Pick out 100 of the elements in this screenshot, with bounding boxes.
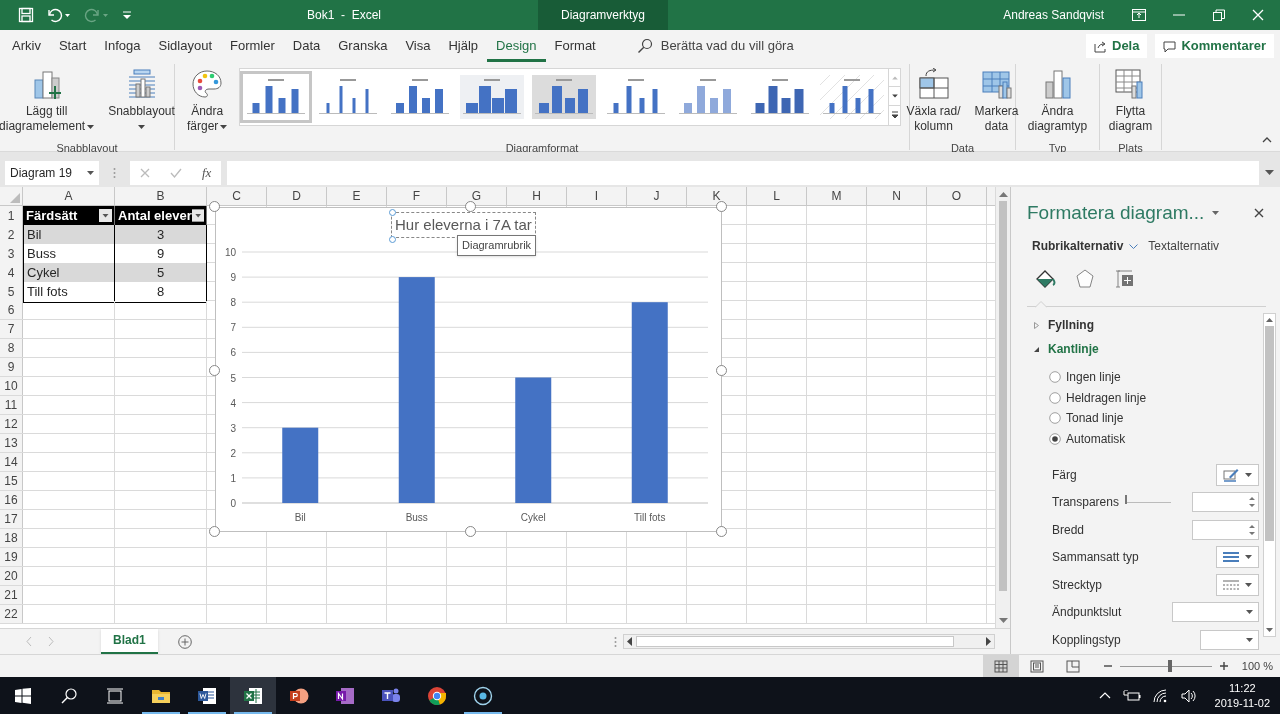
function-button[interactable]: fx [202,162,212,183]
chart-style-thumbnail[interactable] [240,71,313,123]
zoom-slider[interactable] [1119,660,1212,672]
scroll-up-icon[interactable] [998,191,1008,197]
filter-dropdown-icon[interactable] [191,209,204,223]
resize-handle[interactable] [716,526,727,537]
radio-button[interactable] [1049,371,1061,384]
row-header[interactable]: 22 [0,605,23,623]
share-button[interactable]: Dela [1086,34,1148,58]
add-sheet-icon[interactable] [177,634,192,649]
column-header[interactable]: E [327,187,387,206]
scroll-right-icon[interactable] [985,637,991,646]
row-header[interactable]: 9 [0,358,23,376]
dropdown-field[interactable] [1200,629,1259,650]
row-header[interactable]: 13 [0,434,23,452]
filter-dropdown-icon[interactable] [99,209,112,223]
tell-me-field[interactable]: Berätta vad du vill göra [660,36,861,56]
bar[interactable] [631,302,668,503]
selection-handle[interactable] [389,209,396,216]
row-header[interactable]: 7 [0,320,23,338]
column-header[interactable]: D [267,187,327,206]
section-header[interactable]: Kantlinje [1027,337,1263,361]
row-header[interactable]: 14 [0,453,23,471]
bar[interactable] [398,277,435,503]
row-header[interactable]: 19 [0,548,23,566]
resize-handle[interactable] [209,201,220,212]
clock-date[interactable]: 2019-11-02 [1214,695,1270,711]
ribbon-tab[interactable]: Hjälp [439,30,488,62]
row-header[interactable]: 17 [0,510,23,528]
wifi-icon[interactable] [1152,688,1169,703]
spin-field[interactable] [1192,519,1259,540]
row-header[interactable]: 12 [0,415,23,433]
resize-handle[interactable] [209,526,220,537]
ribbon-display-icon[interactable] [1132,9,1146,21]
name-box[interactable]: Diagram 19 [5,160,99,185]
radio-option[interactable]: Automatisk [1049,428,1263,449]
scrollbar-thumb[interactable] [636,636,954,647]
scroll-left-icon[interactable] [627,637,633,646]
formula-field[interactable] [227,160,1259,185]
slider-thumb[interactable] [1168,660,1173,672]
column-header[interactable]: F [387,187,447,206]
table-header-cell[interactable]: Antal elever [115,206,207,226]
row-header[interactable]: 1 [0,206,23,226]
table-cell[interactable]: Buss [23,244,115,265]
chevron-up-icon[interactable] [1098,692,1111,699]
splitter-icon[interactable] [614,635,617,648]
ribbon-button[interactable]: Snabblayout [102,64,181,140]
dropdown-icon[interactable] [1212,211,1220,215]
zoom-level[interactable]: 100 % [1241,657,1273,675]
ribbon-tab[interactable]: Format [545,30,605,62]
slider-thumb[interactable] [1124,494,1127,504]
radio-option[interactable]: Ingen linje [1049,367,1263,388]
radio-option[interactable]: Heldragen linje [1049,387,1263,408]
ribbon-tab[interactable]: Data [283,30,330,62]
table-cell[interactable]: 8 [115,282,207,303]
resize-handle[interactable] [465,526,476,537]
pane-tab[interactable]: Rubrikalternativ [1032,237,1139,255]
vertical-scrollbar[interactable] [995,187,1010,628]
comments-button[interactable]: Kommentarer [1155,34,1274,58]
normal-view-button[interactable] [982,655,1019,677]
table-cell[interactable]: Bil [23,225,115,246]
volume-icon[interactable] [1180,688,1197,703]
resize-handle[interactable] [465,201,476,212]
compound-type-dropdown[interactable] [1216,546,1259,569]
scroll-down-icon[interactable] [1266,628,1273,633]
bar[interactable] [282,427,319,503]
transparency-slider[interactable] [1124,493,1171,503]
row-header[interactable]: 21 [0,586,23,604]
collapse-ribbon-icon[interactable] [1262,137,1272,143]
ribbon-button[interactable]: Flytta diagram [1102,64,1159,140]
table-cell[interactable]: Till fots [23,282,115,303]
zoom-in-icon[interactable] [1219,662,1228,670]
column-header[interactable]: M [807,187,867,206]
scrollbar-thumb[interactable] [1265,326,1274,541]
undo-icon[interactable] [46,7,72,23]
radio-button[interactable] [1049,432,1061,445]
column-header[interactable]: N [867,187,927,206]
ribbon-button[interactable]: Lägg till diagramelement [0,64,101,140]
column-header[interactable]: I [567,187,627,206]
column-header[interactable]: L [747,187,807,206]
dropdown-field[interactable] [1172,602,1259,623]
table-cell[interactable]: 9 [115,244,207,265]
ribbon-tab[interactable]: Formler [221,30,284,62]
column-header[interactable]: O [927,187,987,206]
row-header[interactable]: 6 [0,301,23,319]
row-header[interactable]: 10 [0,377,23,395]
horizontal-scrollbar[interactable] [623,634,995,649]
row-header[interactable]: 3 [0,244,23,265]
ribbon-button[interactable]: Ändra färger [181,64,234,140]
scrollbar-thumb[interactable] [999,201,1007,591]
column-header[interactable]: J [627,187,687,206]
resize-handle[interactable] [716,365,727,376]
scroll-up-icon[interactable] [1266,317,1273,322]
ribbon-tab[interactable]: Visa [396,30,440,62]
expand-icon[interactable] [1265,169,1274,176]
ribbon-tab[interactable]: Infoga [95,30,150,62]
row-header[interactable]: 20 [0,567,23,585]
selection-handle[interactable] [389,236,396,243]
pane-tab[interactable]: Textalternativ [1148,237,1220,255]
ribbon-tab[interactable]: Arkiv [3,30,50,62]
